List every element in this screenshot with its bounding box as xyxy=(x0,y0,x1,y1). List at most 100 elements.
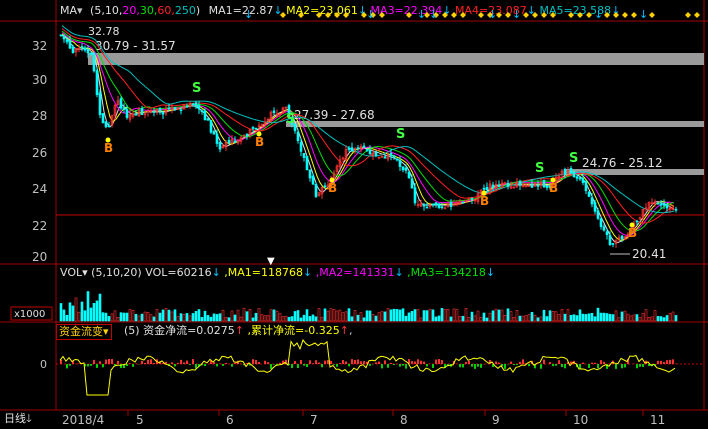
volume-bar xyxy=(149,314,153,322)
candle-body xyxy=(65,39,69,43)
volume-bar xyxy=(269,309,273,322)
event-diamond-icon xyxy=(577,12,583,18)
volume-bar xyxy=(665,315,669,322)
candle-body xyxy=(233,140,237,143)
flow-bar xyxy=(522,359,524,364)
volume-bar xyxy=(263,315,267,322)
volume-bar xyxy=(224,317,228,322)
volume-bar xyxy=(470,311,474,322)
flow-bar xyxy=(255,359,257,364)
event-arrow-icon: ↓ xyxy=(639,8,648,21)
volume-bar xyxy=(329,308,333,322)
time-axis-ticks xyxy=(127,410,644,416)
candle-body xyxy=(347,147,351,150)
candle-body xyxy=(68,40,72,49)
flow-bar xyxy=(441,360,443,364)
flow-bar xyxy=(480,364,482,368)
price-axis: 32 30 28 26 24 22 20 xyxy=(32,39,47,264)
kline-chart[interactable]: 32 30 28 26 24 22 20 30.79 - 31.57 27.39… xyxy=(0,0,708,429)
flow-bar xyxy=(240,363,242,364)
flow-bar xyxy=(303,364,305,366)
price-tick-label: 30 xyxy=(32,73,47,87)
candle-body xyxy=(251,127,255,129)
event-arrow-icon: ↓ xyxy=(244,8,253,21)
flow-bar xyxy=(297,364,299,369)
volume-bar xyxy=(422,310,426,322)
candle-body xyxy=(206,118,210,121)
volume-bar xyxy=(83,310,87,322)
candle-body xyxy=(200,110,204,112)
volume-bar xyxy=(404,315,408,322)
volume-bar xyxy=(392,308,396,322)
candle-body xyxy=(581,178,585,183)
candle-body xyxy=(134,113,138,116)
flow-bar xyxy=(264,360,266,364)
price-tick-label: 26 xyxy=(32,146,47,160)
buy-signal-dot xyxy=(256,131,262,137)
candle-body xyxy=(656,202,660,205)
candle-body xyxy=(587,191,591,197)
volume-bar xyxy=(80,301,84,322)
event-arrow-icon: ↓ xyxy=(594,8,603,21)
volume-bar xyxy=(506,308,510,322)
volume-bar xyxy=(248,309,252,322)
volume-bar xyxy=(488,312,492,322)
sell-signal-marker: S xyxy=(286,112,295,127)
volume-bar xyxy=(533,314,537,322)
volume-bar xyxy=(605,313,609,322)
candle-body xyxy=(92,52,96,72)
volume-bar xyxy=(572,314,576,322)
volume-bar xyxy=(557,314,561,322)
flow-bar xyxy=(330,360,332,364)
volume-bar xyxy=(584,314,588,322)
flow-bar xyxy=(273,364,275,365)
candle-body xyxy=(605,231,609,236)
volume-bar xyxy=(653,310,657,322)
flow-bar xyxy=(423,361,425,364)
candle-body xyxy=(89,52,93,55)
volume-bar xyxy=(317,308,321,322)
candle-body xyxy=(395,158,399,161)
candle-body xyxy=(542,180,546,188)
volume-bar xyxy=(134,314,138,322)
candle-body xyxy=(212,131,216,135)
flow-bar xyxy=(432,364,434,369)
price-tick-label: 28 xyxy=(32,109,47,123)
volume-bar xyxy=(575,315,579,322)
volume-bar xyxy=(77,311,81,322)
candle-body xyxy=(59,34,63,37)
moving-average-line xyxy=(61,33,675,241)
candle-body xyxy=(296,131,300,142)
buy-signal-marker: B xyxy=(328,181,337,195)
flow-bar xyxy=(471,364,473,367)
candle-body xyxy=(530,183,534,188)
volume-bar xyxy=(347,308,351,322)
flow-bar xyxy=(102,364,104,368)
volume-bar xyxy=(197,309,201,322)
buy-signal-marker: B xyxy=(104,141,113,155)
volume-bar xyxy=(299,317,303,322)
flow-bar xyxy=(519,361,521,364)
event-diamond-icon xyxy=(451,12,457,18)
candle-body xyxy=(167,107,171,110)
volume-unit-label: x1000 xyxy=(14,309,45,320)
flow-bar xyxy=(621,364,623,369)
flow-bar xyxy=(183,362,185,364)
candle-body xyxy=(596,210,600,219)
flow-bar xyxy=(540,364,542,369)
volume-bar xyxy=(623,310,627,322)
volume-bar xyxy=(608,313,612,322)
buy-signal-dot xyxy=(550,177,556,183)
candle-body xyxy=(572,171,576,177)
volume-bar xyxy=(647,317,651,322)
flow-bar xyxy=(129,363,131,364)
volume-bar xyxy=(95,300,99,322)
flow-bar xyxy=(459,364,461,368)
volume-bar xyxy=(503,315,507,322)
cursor-marker-icon: ▼ xyxy=(267,256,275,267)
candle-body xyxy=(635,220,639,223)
volume-bar xyxy=(560,309,564,322)
candle-body xyxy=(578,177,582,180)
volume-bar xyxy=(578,309,582,322)
volume-bar xyxy=(203,310,207,322)
